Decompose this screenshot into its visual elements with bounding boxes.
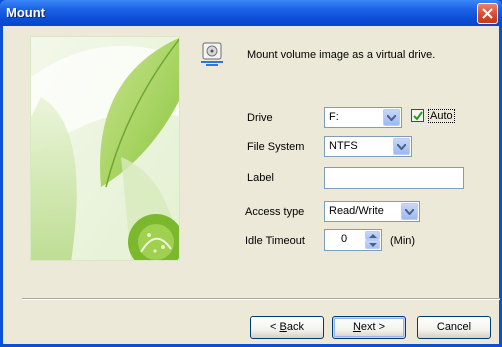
back-button-prefix: < [270, 321, 280, 333]
checkmark-icon [413, 111, 423, 121]
back-button-mnemonic: B [279, 321, 287, 333]
dropdown-arrow-icon[interactable] [393, 138, 410, 155]
access-type-label: Access type [245, 206, 305, 218]
leaf-artwork [30, 36, 180, 261]
idle-timeout-value[interactable]: 0 [341, 233, 347, 245]
file-system-select-value: NTFS [329, 140, 358, 152]
volume-label-input[interactable] [324, 167, 464, 189]
dropdown-arrow-icon[interactable] [383, 109, 400, 126]
file-system-select[interactable]: NTFS [324, 136, 412, 157]
access-type-select-value: Read/Write [329, 205, 384, 217]
back-button-rest: ack [286, 321, 304, 333]
next-button[interactable]: Next > [332, 316, 406, 339]
close-icon [482, 8, 493, 19]
idle-timeout-spinner[interactable]: 0 [324, 229, 382, 251]
next-button-mnemonic: N [352, 321, 361, 333]
volume-label-label: Label [247, 172, 274, 184]
title-bar[interactable]: Mount [0, 0, 502, 26]
idle-timeout-label: Idle Timeout [245, 235, 305, 247]
spin-down-icon[interactable] [365, 240, 380, 249]
drive-select-value: F: [329, 111, 339, 123]
idle-timeout-unit: (Min) [390, 235, 416, 247]
drive-select[interactable]: F: [324, 107, 402, 128]
drive-label: Drive [247, 112, 273, 124]
footer-divider [22, 298, 500, 300]
auto-checkbox-box[interactable] [411, 109, 424, 122]
file-system-label: File System [247, 141, 305, 153]
access-type-select[interactable]: Read/Write [324, 201, 420, 222]
auto-checkbox-label[interactable]: Auto [428, 109, 455, 123]
cancel-button[interactable]: Cancel [417, 316, 491, 339]
window-title: Mount [6, 5, 45, 20]
back-button[interactable]: < Back [250, 316, 324, 339]
disk-drive-icon [201, 42, 223, 68]
spin-up-icon[interactable] [365, 231, 380, 240]
page-heading: Mount volume image as a virtual drive. [247, 49, 436, 61]
dropdown-arrow-icon[interactable] [401, 203, 418, 220]
next-button-rest: ext > [360, 321, 386, 333]
close-button[interactable] [477, 3, 498, 24]
